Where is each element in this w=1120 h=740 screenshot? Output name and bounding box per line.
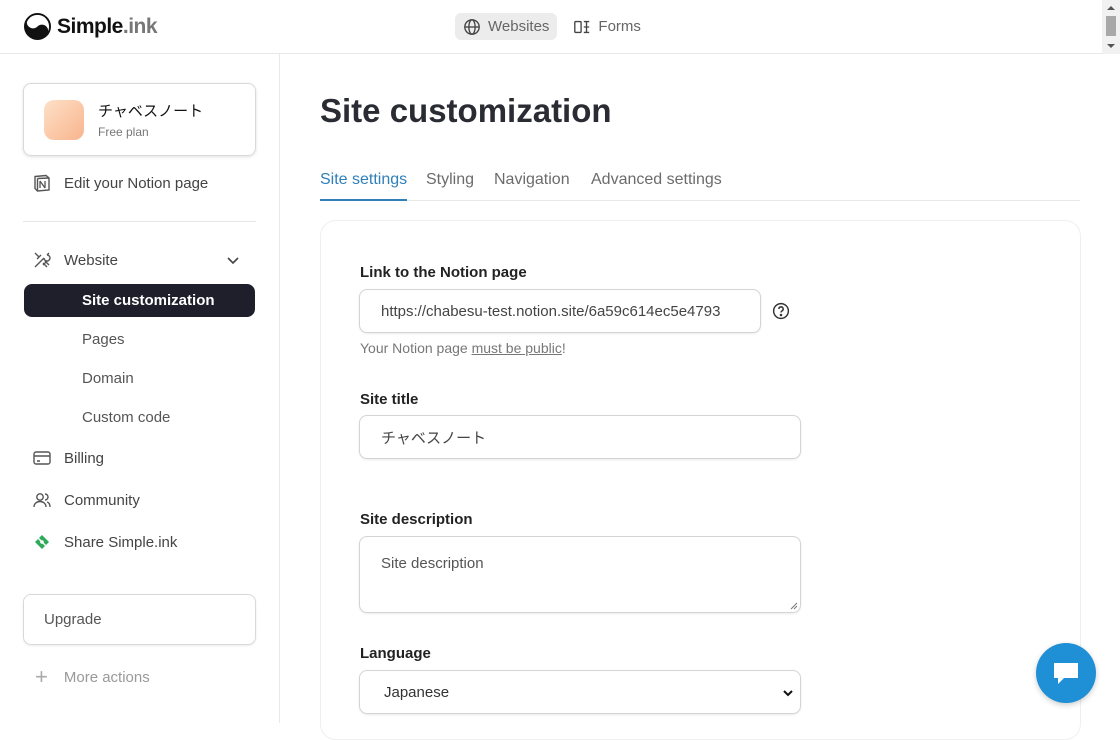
nav-websites[interactable]: Websites [455,13,558,40]
scrollbar[interactable] [1102,0,1120,54]
chat-support-button[interactable] [1036,643,1096,703]
globe-icon [464,18,480,35]
sidebar-item-domain[interactable]: Domain [24,362,255,395]
site-switcher[interactable]: チャベスノート Free plan [23,83,256,156]
sidebar-item-pages[interactable]: Pages [24,323,255,356]
chevron-down-icon [783,690,793,697]
notion-link-label: Link to the Notion page [360,264,527,281]
tab-site-settings[interactable]: Site settings [320,171,408,201]
credit-card-icon [33,451,51,465]
language-selected: Japanese [384,683,450,701]
plus-icon: + [35,664,48,689]
site-plan: Free plan [98,125,149,139]
edit-notion-label: Edit your Notion page [64,174,209,192]
chevron-down-icon[interactable] [226,253,240,267]
resize-grip-icon[interactable] [790,602,798,610]
sidebar-item-site-customization[interactable]: Site customization [24,284,255,317]
chat-bubble-icon [1054,663,1078,684]
nav-websites-label: Websites [488,18,550,35]
site-title-input[interactable]: チャベスノート [359,415,801,459]
sidebar: チャベスノート Free plan Edit your Notion page … [0,54,280,723]
more-actions-label: More actions [63,668,150,686]
notion-link-input[interactable]: https://chabesu-test.notion.site/6a59c61… [359,289,761,333]
more-actions-button[interactable]: + More actions [35,666,150,688]
sidebar-item-share-label: Share Simple.ink [64,533,178,551]
site-description-label: Site description [360,511,473,528]
sidebar-item-share[interactable]: Share Simple.ink [32,532,177,552]
site-name: チャベスノート [98,102,204,120]
nav-forms[interactable]: Forms [565,13,649,40]
sidebar-item-custom-code[interactable]: Custom code [24,401,255,434]
helper-suffix: ! [561,340,566,356]
site-description-placeholder: Site description [381,555,484,572]
sidebar-item-website-label: Website [64,251,118,269]
users-icon [33,493,51,508]
sidebar-item-website[interactable]: Website [32,250,250,270]
diamond-gift-icon [35,535,49,549]
scroll-down-arrow[interactable] [1107,44,1115,48]
brand-logo[interactable]: Simple.ink [24,13,158,40]
page-title: Site customization [320,92,612,129]
tab-navigation[interactable]: Navigation [494,171,570,201]
tools-icon [34,252,51,268]
upgrade-button[interactable]: Upgrade [23,594,256,645]
brand-name: Simple.ink [57,14,158,38]
sidebar-item-community[interactable]: Community [32,490,140,510]
yin-yang-icon [24,13,51,40]
nav-forms-label: Forms [598,18,641,35]
sidebar-item-billing[interactable]: Billing [32,448,104,468]
top-bar: Simple.ink Websites Forms [0,0,1102,54]
language-select[interactable]: Japanese [359,670,801,714]
sidebar-item-community-label: Community [64,491,140,509]
language-label: Language [360,645,431,662]
tab-advanced-settings[interactable]: Advanced settings [591,171,722,201]
helper-text: Your Notion page [360,340,472,356]
tab-styling[interactable]: Styling [426,171,474,201]
site-description-textarea[interactable]: Site description [359,536,801,613]
scroll-thumb[interactable] [1106,16,1116,36]
top-nav: Websites Forms [455,13,649,40]
sidebar-divider [23,221,256,222]
scroll-up-arrow[interactable] [1107,6,1115,10]
site-title-label: Site title [360,391,419,408]
notion-link-helper: Your Notion page must be public! [360,340,566,356]
edit-notion-link[interactable]: Edit your Notion page [32,173,208,193]
notion-icon [34,174,50,192]
settings-tabs: Site settings Styling Navigation Advance… [320,162,1080,201]
sidebar-item-billing-label: Billing [64,449,105,467]
must-be-public-link[interactable]: must be public [472,340,562,356]
form-icon [574,20,590,33]
site-avatar [44,99,84,140]
help-icon[interactable] [772,302,790,320]
